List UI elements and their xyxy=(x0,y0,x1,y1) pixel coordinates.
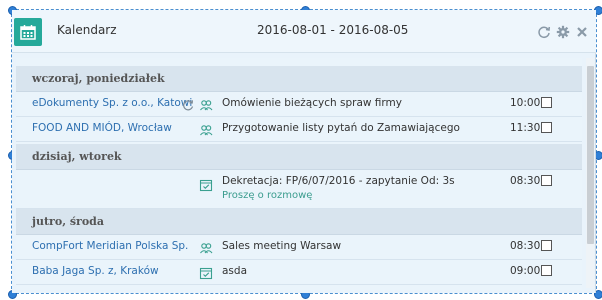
event-row[interactable]: FOOD AND MIÓD, Wrocław Przygotowanie lis… xyxy=(16,117,582,142)
event-note: Proszę o rozmowę xyxy=(222,190,313,201)
done-checkbox[interactable] xyxy=(541,265,552,276)
day-header: jutro, środa xyxy=(16,209,582,235)
event-row[interactable]: Baba Jaga Sp. z, Kraków asda 09:00 xyxy=(16,260,582,285)
event-description: asda xyxy=(222,265,248,277)
calendar-icon xyxy=(14,18,42,46)
client-link[interactable]: eDokumenty Sp. z o.o., Katowi xyxy=(32,97,192,109)
done-checkbox[interactable] xyxy=(541,97,552,108)
event-description: Dekretacja: FP/6/07/2016 - zapytanie Od:… xyxy=(222,175,455,187)
done-checkbox[interactable] xyxy=(541,240,552,251)
task-icon xyxy=(199,265,213,280)
event-row[interactable]: Dekretacja: FP/6/07/2016 - zapytanie Od:… xyxy=(16,170,582,209)
client-link[interactable]: Baba Jaga Sp. z, Kraków xyxy=(32,265,159,277)
meeting-icon xyxy=(199,122,213,136)
event-list: wczoraj, poniedziałek eDokumenty Sp. z o… xyxy=(16,58,582,290)
meeting-icon xyxy=(199,240,213,254)
event-description: Omówienie bieżących spraw firmy xyxy=(222,97,402,109)
task-icon xyxy=(199,177,213,192)
event-time: 08:30 xyxy=(510,240,541,252)
event-row[interactable]: eDokumenty Sp. z o.o., Katowi Omówienie … xyxy=(16,92,582,117)
meeting-icon xyxy=(199,97,213,111)
done-checkbox[interactable] xyxy=(541,175,552,186)
date-range: 2016-08-01 - 2016-08-05 xyxy=(257,23,409,37)
scrollbar-thumb[interactable] xyxy=(587,66,594,244)
day-header: wczoraj, poniedziałek xyxy=(16,66,582,92)
day-header: dzisiaj, wtorek xyxy=(16,144,582,170)
repeat-icon xyxy=(181,97,195,111)
gear-icon[interactable] xyxy=(556,24,570,39)
event-time: 11:30 xyxy=(510,122,541,134)
widget-header: Kalendarz 2016-08-01 - 2016-08-05 xyxy=(12,10,596,53)
event-time: 09:00 xyxy=(510,265,541,277)
event-time: 08:30 xyxy=(510,175,541,187)
close-icon[interactable] xyxy=(575,24,589,38)
event-row[interactable]: CompFort Meridian Polska Sp. Sales meeti… xyxy=(16,235,582,260)
event-time: 10:00 xyxy=(510,97,541,109)
client-link[interactable]: CompFort Meridian Polska Sp. xyxy=(32,240,188,252)
event-description: Sales meeting Warsaw xyxy=(222,240,342,252)
client-link[interactable]: FOOD AND MIÓD, Wrocław xyxy=(32,122,172,134)
done-checkbox[interactable] xyxy=(541,122,552,133)
calendar-widget: Kalendarz 2016-08-01 - 2016-08-05 wczora… xyxy=(12,10,596,293)
event-description: Przygotowanie listy pytań do Zamawiające… xyxy=(222,122,460,134)
widget-title: Kalendarz xyxy=(57,23,117,37)
refresh-icon[interactable] xyxy=(537,24,551,39)
